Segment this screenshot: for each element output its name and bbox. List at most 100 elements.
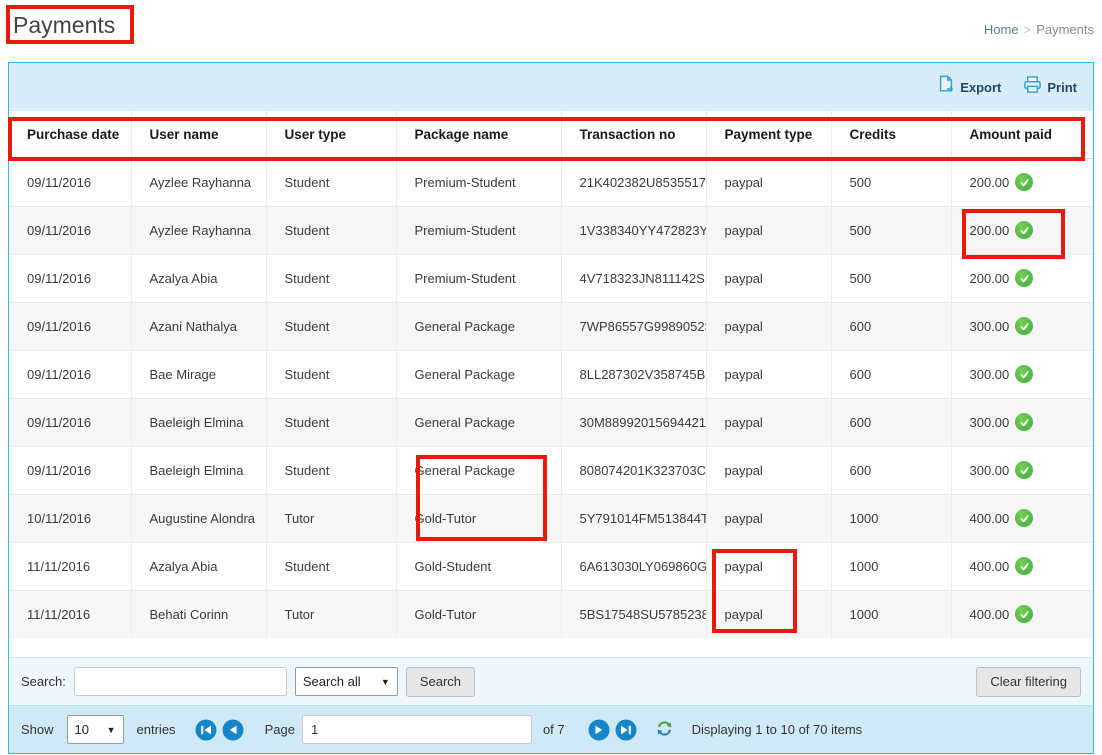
breadcrumb-separator: > bbox=[1024, 22, 1032, 37]
payment-success-icon bbox=[1015, 509, 1033, 527]
page-total: of 7 bbox=[543, 722, 565, 737]
cell-transaction-no: 1V338340YY472823Y bbox=[561, 206, 706, 254]
table-header: Purchase date User name User type Packag… bbox=[9, 111, 1093, 158]
cell-package-name: Premium-Student bbox=[396, 254, 561, 302]
clear-filtering-button[interactable]: Clear filtering bbox=[976, 667, 1081, 697]
cell-transaction-no: 808074201K323703C bbox=[561, 446, 706, 494]
column-header-amount-paid[interactable]: Amount paid bbox=[951, 111, 1093, 158]
export-button[interactable]: Export bbox=[937, 75, 1001, 99]
cell-package-name: Gold-Tutor bbox=[396, 494, 561, 542]
cell-purchase-date: 09/11/2016 bbox=[9, 206, 131, 254]
table-row: 09/11/2016 Baeleigh Elmina Student Gener… bbox=[9, 446, 1093, 494]
cell-amount-paid: 400.00 bbox=[951, 590, 1093, 638]
cell-purchase-date: 11/11/2016 bbox=[9, 590, 131, 638]
table-row: 09/11/2016 Baeleigh Elmina Student Gener… bbox=[9, 398, 1093, 446]
entries-select[interactable]: 10 ▼ bbox=[67, 715, 124, 744]
table-row: 10/11/2016 Augustine Alondra Tutor Gold-… bbox=[9, 494, 1093, 542]
amount-value: 300.00 bbox=[970, 463, 1010, 478]
cell-payment-type: paypal bbox=[706, 398, 831, 446]
cell-amount-paid: 200.00 bbox=[951, 206, 1093, 254]
payment-success-icon bbox=[1015, 221, 1033, 239]
cell-transaction-no: 7WP86557G9989052S bbox=[561, 302, 706, 350]
cell-user-type: Tutor bbox=[266, 494, 396, 542]
search-filter-value: Search all bbox=[303, 674, 361, 689]
top-bar: Payments Home>Payments bbox=[0, 0, 1102, 62]
cell-amount-paid: 400.00 bbox=[951, 542, 1093, 590]
amount-value: 200.00 bbox=[970, 271, 1010, 286]
amount-value: 300.00 bbox=[970, 367, 1010, 382]
export-icon bbox=[937, 75, 955, 99]
payments-table: Purchase date User name User type Packag… bbox=[9, 111, 1093, 638]
cell-package-name: General Package bbox=[396, 398, 561, 446]
cell-amount-paid: 200.00 bbox=[951, 254, 1093, 302]
table-toolbar: Export Print bbox=[9, 63, 1093, 111]
column-header-transaction-no[interactable]: Transaction no bbox=[561, 111, 706, 158]
page-number-input[interactable] bbox=[302, 715, 532, 744]
search-label: Search: bbox=[21, 674, 66, 689]
cell-package-name: Premium-Student bbox=[396, 158, 561, 206]
column-header-package-name[interactable]: Package name bbox=[396, 111, 561, 158]
print-button[interactable]: Print bbox=[1023, 76, 1077, 99]
cell-payment-type: paypal bbox=[706, 158, 831, 206]
column-header-credits[interactable]: Credits bbox=[831, 111, 951, 158]
cell-amount-paid: 200.00 bbox=[951, 158, 1093, 206]
cell-purchase-date: 09/11/2016 bbox=[9, 398, 131, 446]
cell-credits: 600 bbox=[831, 446, 951, 494]
table-bottom-spacer bbox=[9, 638, 1093, 657]
amount-value: 300.00 bbox=[970, 319, 1010, 334]
amount-value: 400.00 bbox=[970, 511, 1010, 526]
cell-transaction-no: 5BS17548SU5785238 bbox=[561, 590, 706, 638]
cell-payment-type: paypal bbox=[706, 446, 831, 494]
show-label: Show bbox=[21, 722, 54, 737]
cell-user-type: Student bbox=[266, 542, 396, 590]
amount-value: 200.00 bbox=[970, 223, 1010, 238]
breadcrumb: Home>Payments bbox=[984, 22, 1094, 37]
refresh-icon[interactable] bbox=[656, 720, 673, 740]
print-icon bbox=[1023, 76, 1042, 99]
cell-payment-type: paypal bbox=[706, 542, 831, 590]
next-page-button[interactable] bbox=[588, 719, 610, 741]
column-header-payment-type[interactable]: Payment type bbox=[706, 111, 831, 158]
search-button[interactable]: Search bbox=[406, 667, 475, 697]
search-filter-select[interactable]: Search all ▼ bbox=[295, 667, 398, 696]
cell-credits: 1000 bbox=[831, 542, 951, 590]
cell-credits: 600 bbox=[831, 398, 951, 446]
cell-purchase-date: 09/11/2016 bbox=[9, 302, 131, 350]
page-label: Page bbox=[265, 722, 295, 737]
payment-success-icon bbox=[1015, 413, 1033, 431]
first-page-button[interactable] bbox=[195, 719, 217, 741]
cell-payment-type: paypal bbox=[706, 206, 831, 254]
cell-user-name: Ayzlee Rayhanna bbox=[131, 158, 266, 206]
previous-page-button[interactable] bbox=[222, 719, 244, 741]
payment-success-icon bbox=[1015, 269, 1033, 287]
cell-user-type: Student bbox=[266, 398, 396, 446]
search-input[interactable] bbox=[74, 667, 287, 696]
cell-purchase-date: 11/11/2016 bbox=[9, 542, 131, 590]
column-header-user-name[interactable]: User name bbox=[131, 111, 266, 158]
print-label: Print bbox=[1047, 80, 1077, 95]
cell-payment-type: paypal bbox=[706, 494, 831, 542]
cell-credits: 600 bbox=[831, 350, 951, 398]
entries-value: 10 bbox=[75, 722, 89, 737]
pagination-bar: Show 10 ▼ entries Page of 7 bbox=[9, 705, 1093, 753]
cell-user-type: Student bbox=[266, 206, 396, 254]
search-bar: Search: Search all ▼ Search Clear filter… bbox=[9, 657, 1093, 705]
page-title: Payments bbox=[13, 12, 115, 39]
cell-purchase-date: 09/11/2016 bbox=[9, 254, 131, 302]
cell-user-name: Augustine Alondra bbox=[131, 494, 266, 542]
cell-user-name: Ayzlee Rayhanna bbox=[131, 206, 266, 254]
chevron-down-icon: ▼ bbox=[107, 725, 116, 735]
cell-user-name: Behati Corinn bbox=[131, 590, 266, 638]
payment-success-icon bbox=[1015, 461, 1033, 479]
amount-value: 300.00 bbox=[970, 415, 1010, 430]
last-page-button[interactable] bbox=[615, 719, 637, 741]
cell-payment-type: paypal bbox=[706, 590, 831, 638]
column-header-user-type[interactable]: User type bbox=[266, 111, 396, 158]
table-row: 09/11/2016 Ayzlee Rayhanna Student Premi… bbox=[9, 158, 1093, 206]
payment-success-icon bbox=[1015, 557, 1033, 575]
cell-credits: 500 bbox=[831, 206, 951, 254]
cell-credits: 1000 bbox=[831, 590, 951, 638]
cell-amount-paid: 300.00 bbox=[951, 398, 1093, 446]
breadcrumb-home-link[interactable]: Home bbox=[984, 22, 1019, 37]
column-header-purchase-date[interactable]: Purchase date bbox=[9, 111, 131, 158]
